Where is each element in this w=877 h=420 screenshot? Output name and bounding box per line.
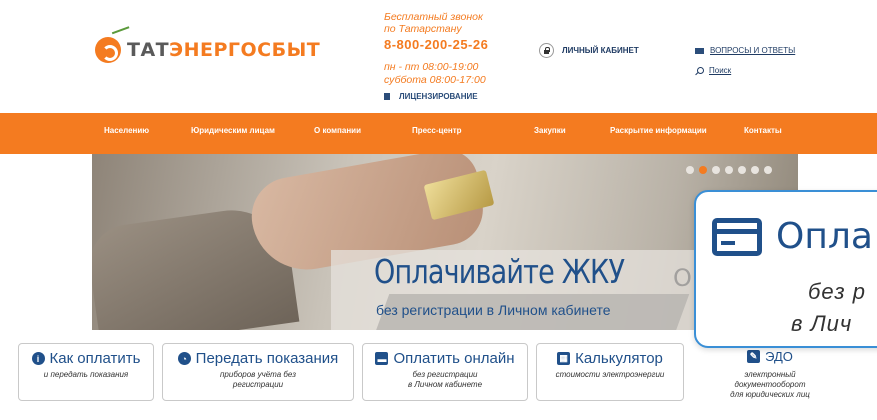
document-icon (384, 93, 390, 100)
nav-item-about[interactable]: О компании (314, 126, 361, 135)
faq-link[interactable]: ВОПРОСЫ И ОТВЕТЫ (695, 46, 795, 55)
logo-emblem-icon (95, 26, 133, 63)
quick-link-calculator[interactable]: ▦ Калькулятор стоимости электроэнергии (536, 343, 684, 401)
main-nav: Населению Юридическим лицам О компании П… (0, 113, 877, 154)
calculator-icon: ▦ (557, 352, 571, 365)
phone-number[interactable]: 8-800-200-25-26 (384, 37, 534, 52)
quick-link-subtitle-line2: в Личном кабинете (407, 380, 483, 389)
nav-item-disclosure[interactable]: Раскрытие информации (610, 126, 707, 135)
region-label: по Татарстану (384, 23, 462, 35)
zoom-line1: без р (808, 279, 866, 304)
quick-link-title: Оплатить онлайн (393, 350, 515, 367)
quick-link-how-to-pay[interactable]: i Как оплатить и передать показания (18, 343, 154, 401)
licensing-label: ЛИЦЕНЗИРОВАНИЕ (399, 92, 478, 101)
quick-link-subtitle-line1: приборов учёта без (220, 370, 296, 379)
quick-link-edo[interactable]: ✎ ЭДО электронный документооборот для юр… (700, 343, 840, 420)
site-header: ТАТЭНЕРГОСБЫТ Бесплатный звонок по Татар… (0, 0, 877, 113)
quick-link-subtitle-line1: без регистрации (412, 370, 478, 379)
quick-link-subtitle-line1: электронный (744, 370, 796, 379)
lock-icon (539, 43, 554, 58)
banner-title: Оплачивайте ЖКУ (374, 252, 625, 291)
free-call-label: Бесплатный звонок (384, 11, 483, 23)
slider-dot[interactable] (686, 166, 694, 174)
credit-card-icon (712, 217, 762, 256)
slider-dot[interactable] (764, 166, 772, 174)
chat-icon (695, 47, 704, 54)
slider-dot[interactable] (751, 166, 759, 174)
quick-link-title: ЭДО (765, 349, 793, 364)
slider-dot[interactable] (712, 166, 720, 174)
edit-icon: ✎ (747, 350, 761, 363)
contact-block: Бесплатный звонок по Татарстану 8-800-20… (384, 11, 534, 101)
zoom-title: Опла (776, 216, 873, 257)
search-label: Поиск (709, 66, 732, 75)
quick-link-subtitle: стоимости электроэнергии (555, 370, 665, 379)
zoom-callout: Опла без р в Лич (694, 190, 877, 348)
slider-dot[interactable] (725, 166, 733, 174)
hours-saturday: суббота 08:00-17:00 (384, 74, 486, 86)
licensing-link[interactable]: ЛИЦЕНЗИРОВАНИЕ (384, 92, 534, 101)
nav-item-population[interactable]: Населению (104, 126, 149, 135)
quick-link-title: Передать показания (195, 350, 339, 367)
search-icon (697, 67, 704, 74)
nav-item-legal-entities[interactable]: Юридическим лицам (191, 126, 275, 135)
faq-label: ВОПРОСЫ И ОТВЕТЫ (710, 46, 796, 55)
logo-text: ТАТЭНЕРГОСБЫТ (127, 39, 320, 61)
quick-link-pay-online[interactable]: ▬ Оплатить онлайн без регистрации в Личн… (362, 343, 528, 401)
logo-text-part2: ЭНЕРГОСБЫТ (169, 39, 321, 61)
gauge-icon: ◔ (177, 352, 191, 365)
slider-dot[interactable] (738, 166, 746, 174)
quick-link-subtitle-line2: документооборот (734, 380, 806, 389)
slider-dots (686, 166, 772, 174)
logo-text-part1: ТАТ (127, 39, 170, 61)
search-link[interactable]: Поиск (697, 66, 731, 75)
quick-link-subtitle-line3: для юридических лиц (730, 390, 810, 399)
hours-weekdays: пн - пт 08:00-19:00 (384, 61, 479, 73)
quick-link-subtitle: и передать показания (43, 370, 129, 379)
banner-subtitle: без регистрации в Личном кабинете (376, 302, 611, 318)
info-icon: i (31, 352, 45, 365)
site-logo[interactable]: ТАТЭНЕРГОСБЫТ (95, 26, 320, 63)
quick-link-title: Как оплатить (49, 350, 141, 367)
nav-item-press-center[interactable]: Пресс-центр (412, 126, 462, 135)
credit-card-icon: ▬ (375, 352, 389, 365)
personal-cabinet-link[interactable]: ЛИЧНЫЙ КАБИНЕТ (539, 43, 639, 58)
slider-dot[interactable] (699, 166, 707, 174)
promo-banner[interactable]: Оплачивайте ЖКУ ОН без регистрации в Лич… (92, 154, 798, 330)
nav-item-contacts[interactable]: Контакты (744, 126, 782, 135)
zoom-line2: в Лич (791, 311, 853, 336)
quick-link-subtitle-line2: регистрации (232, 380, 284, 389)
personal-cabinet-label: ЛИЧНЫЙ КАБИНЕТ (562, 46, 639, 55)
quick-link-submit-readings[interactable]: ◔ Передать показания приборов учёта без … (162, 343, 354, 401)
nav-item-procurement[interactable]: Закупки (534, 126, 566, 135)
quick-link-title: Калькулятор (575, 350, 663, 367)
